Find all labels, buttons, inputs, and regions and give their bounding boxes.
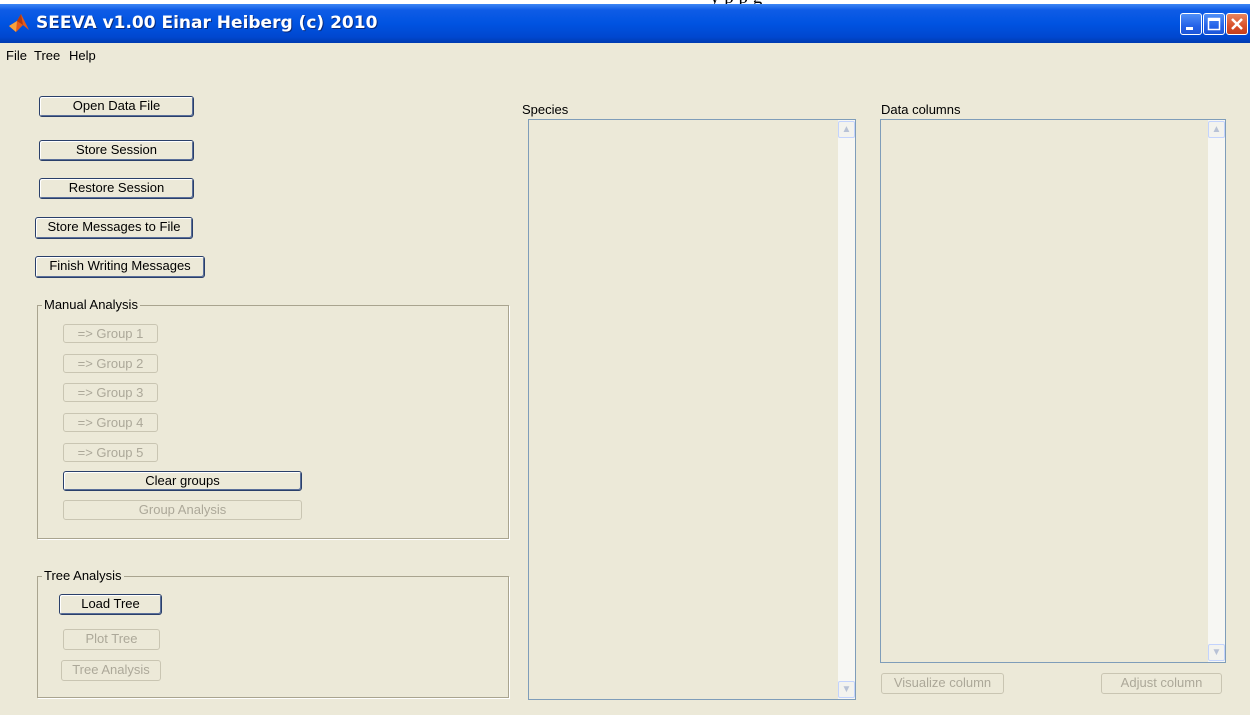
maximize-button[interactable] bbox=[1203, 13, 1225, 35]
scroll-up-icon[interactable]: ▲ bbox=[1208, 121, 1225, 138]
adjust-column-button[interactable]: Adjust column bbox=[1101, 673, 1222, 694]
menu-bar: File Tree Help bbox=[0, 43, 1250, 67]
scroll-down-icon[interactable]: ▼ bbox=[1208, 644, 1225, 661]
group-analysis-button[interactable]: Group Analysis bbox=[63, 500, 302, 520]
manual-analysis-group: Manual Analysis => Group 1 => Group 2 =>… bbox=[37, 297, 509, 539]
close-button[interactable] bbox=[1226, 13, 1248, 35]
species-listbox[interactable]: ▲ ▼ bbox=[528, 119, 856, 700]
main-content: Open Data File Store Session Restore Ses… bbox=[0, 67, 1250, 715]
finish-writing-messages-button[interactable]: Finish Writing Messages bbox=[35, 256, 205, 278]
species-label: Species bbox=[522, 102, 569, 117]
tree-analysis-label: Tree Analysis bbox=[42, 568, 124, 583]
window-title: SEEVA v1.00 Einar Heiberg (c) 2010 bbox=[36, 13, 378, 33]
menu-tree[interactable]: Tree bbox=[34, 48, 60, 63]
data-columns-listbox[interactable]: ▲ ▼ bbox=[880, 119, 1226, 663]
group-2-button[interactable]: => Group 2 bbox=[63, 354, 158, 373]
matlab-logo-icon bbox=[9, 14, 29, 32]
menu-help[interactable]: Help bbox=[69, 48, 96, 63]
title-bar[interactable]: SEEVA v1.00 Einar Heiberg (c) 2010 bbox=[0, 4, 1250, 43]
minimize-button[interactable] bbox=[1180, 13, 1202, 35]
store-session-button[interactable]: Store Session bbox=[39, 140, 194, 161]
close-icon bbox=[1231, 18, 1243, 30]
group-3-button[interactable]: => Group 3 bbox=[63, 383, 158, 402]
scroll-down-icon[interactable]: ▼ bbox=[838, 681, 855, 698]
manual-analysis-label: Manual Analysis bbox=[42, 297, 140, 312]
data-columns-label: Data columns bbox=[881, 102, 961, 117]
group-4-button[interactable]: => Group 4 bbox=[63, 413, 158, 432]
open-data-file-button[interactable]: Open Data File bbox=[39, 96, 194, 117]
species-scrollbar[interactable]: ▲ ▼ bbox=[838, 120, 855, 699]
store-messages-to-file-button[interactable]: Store Messages to File bbox=[35, 217, 193, 239]
plot-tree-button[interactable]: Plot Tree bbox=[63, 629, 160, 650]
tree-analysis-button[interactable]: Tree Analysis bbox=[61, 660, 161, 681]
load-tree-button[interactable]: Load Tree bbox=[59, 594, 162, 615]
group-1-button[interactable]: => Group 1 bbox=[63, 324, 158, 343]
seeva-window: SEEVA v1.00 Einar Heiberg (c) 2010 File … bbox=[0, 4, 1250, 715]
menu-file[interactable]: File bbox=[6, 48, 27, 63]
visualize-column-button[interactable]: Visualize column bbox=[881, 673, 1004, 694]
tree-analysis-group: Tree Analysis Load Tree Plot Tree Tree A… bbox=[37, 568, 509, 698]
group-5-button[interactable]: => Group 5 bbox=[63, 443, 158, 462]
restore-session-button[interactable]: Restore Session bbox=[39, 178, 194, 199]
clear-groups-button[interactable]: Clear groups bbox=[63, 471, 302, 491]
scroll-up-icon[interactable]: ▲ bbox=[838, 121, 855, 138]
data-columns-scrollbar[interactable]: ▲ ▼ bbox=[1208, 120, 1225, 662]
minimize-icon bbox=[1186, 27, 1193, 30]
maximize-icon bbox=[1207, 17, 1221, 31]
